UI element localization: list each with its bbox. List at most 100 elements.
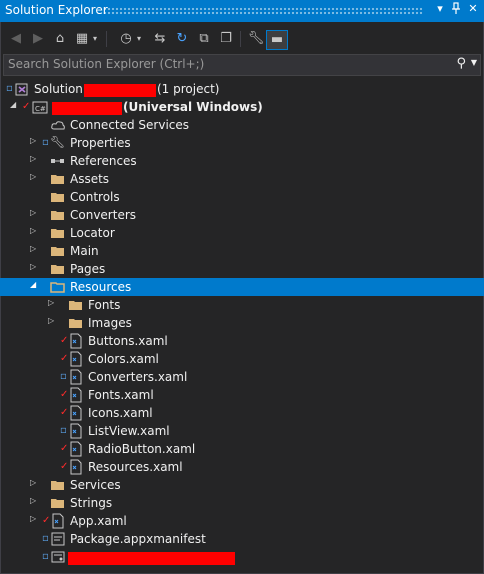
tree-row[interactable]: ▷ Locator bbox=[0, 224, 484, 242]
panel-title: Solution Explorer bbox=[5, 3, 108, 17]
tree-row[interactable]: ▫ bbox=[0, 548, 484, 566]
copy-icon[interactable]: ❐ bbox=[216, 30, 236, 48]
xaml-file-icon bbox=[68, 333, 84, 349]
tree-item-label: ListView.xaml bbox=[88, 424, 170, 438]
tree-row[interactable]: ▷ ✓ App.xaml bbox=[0, 512, 484, 530]
xaml-file-icon bbox=[50, 513, 66, 529]
separator bbox=[240, 31, 241, 47]
expanded-arrow-icon[interactable]: ◢ bbox=[10, 100, 20, 109]
csharp-project-icon: C# bbox=[32, 99, 48, 115]
tree-row[interactable]: ✓ Resources.xaml bbox=[0, 458, 484, 476]
forward-icon[interactable]: ▶ bbox=[28, 30, 48, 48]
chevron-down-icon[interactable]: ▾ bbox=[134, 30, 144, 48]
tree-item-label: Colors.xaml bbox=[88, 352, 159, 366]
collapsed-arrow-icon[interactable]: ▷ bbox=[48, 316, 58, 325]
lock-icon: ▫ bbox=[60, 425, 67, 436]
tree-row[interactable]: ✓ Colors.xaml bbox=[0, 350, 484, 368]
collapsed-arrow-icon[interactable]: ▷ bbox=[30, 136, 40, 145]
tree-row[interactable]: ▷ Pages bbox=[0, 260, 484, 278]
pin-icon[interactable] bbox=[448, 2, 464, 19]
collapsed-arrow-icon[interactable]: ▷ bbox=[30, 514, 40, 523]
lock-icon: ▫ bbox=[6, 83, 13, 94]
back-icon[interactable]: ◀ bbox=[6, 30, 26, 48]
collapsed-arrow-icon[interactable]: ▷ bbox=[30, 496, 40, 505]
lock-icon: ▫ bbox=[60, 371, 67, 382]
tree-row[interactable]: ▷ Converters bbox=[0, 206, 484, 224]
collapsed-arrow-icon[interactable]: ▷ bbox=[30, 244, 40, 253]
chevron-down-icon[interactable]: ▾ bbox=[432, 2, 448, 19]
tree-row[interactable]: ▫ Converters.xaml bbox=[0, 368, 484, 386]
certificate-file-icon bbox=[50, 549, 66, 565]
tree-row-project[interactable]: ◢ ✓ C# (Universal Windows) bbox=[0, 98, 484, 116]
redacted-project-name bbox=[52, 102, 122, 115]
tree-item-label: Properties bbox=[70, 136, 131, 150]
redacted-solution-name bbox=[84, 84, 156, 97]
chevron-down-icon[interactable]: ▼ bbox=[471, 58, 477, 67]
tree-item-label: Package.appxmanifest bbox=[70, 532, 206, 546]
title-bar: Solution Explorer ▾ ✕ bbox=[0, 0, 484, 22]
tree-row[interactable]: Connected Services bbox=[0, 116, 484, 134]
tree-row-solution[interactable]: ▫ Solution (1 project) bbox=[0, 80, 484, 98]
tree-row[interactable]: ✓ Fonts.xaml bbox=[0, 386, 484, 404]
history-icon[interactable]: ◷ bbox=[116, 30, 136, 48]
expanded-arrow-icon[interactable]: ◢ bbox=[30, 280, 40, 289]
collapsed-arrow-icon[interactable]: ▷ bbox=[30, 172, 40, 181]
tree-row[interactable]: ▷ References bbox=[0, 152, 484, 170]
collapsed-arrow-icon[interactable]: ▷ bbox=[30, 154, 40, 163]
wrench-icon[interactable]: 🔧︎ bbox=[246, 30, 266, 48]
collapsed-arrow-icon[interactable]: ▷ bbox=[48, 298, 58, 307]
solution-label: Solution bbox=[34, 82, 83, 96]
tree-row[interactable]: ▫ ListView.xaml bbox=[0, 422, 484, 440]
search-icon[interactable]: ⚲ bbox=[456, 56, 466, 71]
collapsed-arrow-icon[interactable]: ▷ bbox=[30, 226, 40, 235]
tree-row[interactable]: Controls bbox=[0, 188, 484, 206]
preview-icon[interactable]: ▬ bbox=[266, 30, 288, 50]
collapsed-arrow-icon[interactable]: ▷ bbox=[30, 478, 40, 487]
sync-icon[interactable]: ⇆ bbox=[150, 30, 170, 48]
tree-row[interactable]: ▷ Assets bbox=[0, 170, 484, 188]
solution-project-count: (1 project) bbox=[157, 82, 220, 96]
tree-row[interactable]: ▷ Fonts bbox=[0, 296, 484, 314]
tree-item-label: Assets bbox=[70, 172, 110, 186]
search-box[interactable]: Search Solution Explorer (Ctrl+;) ⚲ ▼ bbox=[3, 54, 481, 76]
tree-row[interactable]: ▷ ▫ 🔧︎ Properties bbox=[0, 134, 484, 152]
tree-row[interactable]: ▷ Main bbox=[0, 242, 484, 260]
tree-item-label: Buttons.xaml bbox=[88, 334, 168, 348]
tree-row[interactable]: ▷ Strings bbox=[0, 494, 484, 512]
tree-item-label: RadioButton.xaml bbox=[88, 442, 196, 456]
tree-item-label: Fonts.xaml bbox=[88, 388, 154, 402]
checkmark-icon: ✓ bbox=[22, 101, 31, 112]
folder-icon bbox=[50, 261, 66, 277]
collapsed-arrow-icon[interactable]: ▷ bbox=[30, 208, 40, 217]
collapsed-arrow-icon[interactable]: ▷ bbox=[30, 262, 40, 271]
tree-row[interactable]: ✓ Icons.xaml bbox=[0, 404, 484, 422]
tree-item-label: Resources.xaml bbox=[88, 460, 183, 474]
open-folder-icon bbox=[50, 279, 66, 295]
collapse-all-icon[interactable]: ⧉ bbox=[194, 30, 214, 48]
tree-row[interactable]: ✓ Buttons.xaml bbox=[0, 332, 484, 350]
tree-item-label: Converters.xaml bbox=[88, 370, 188, 384]
refresh-icon[interactable]: ↻ bbox=[172, 30, 192, 48]
tree-item-label: Main bbox=[70, 244, 99, 258]
switch-views-icon[interactable]: ▦ bbox=[72, 30, 92, 48]
cloud-icon bbox=[50, 117, 66, 133]
tree-item-label: Locator bbox=[70, 226, 115, 240]
tree-row[interactable]: ▷ Services bbox=[0, 476, 484, 494]
chevron-down-icon[interactable]: ▾ bbox=[90, 30, 100, 48]
project-type-label: (Universal Windows) bbox=[123, 100, 263, 114]
folder-icon bbox=[50, 207, 66, 223]
wrench-icon: 🔧︎ bbox=[50, 135, 66, 149]
tree-row[interactable]: ▫ Package.appxmanifest bbox=[0, 530, 484, 548]
lock-icon: ▫ bbox=[42, 533, 49, 544]
tree-item-label: Services bbox=[70, 478, 121, 492]
tree-item-label: References bbox=[70, 154, 137, 168]
tree-row-selected[interactable]: ◢ Resources bbox=[0, 278, 484, 296]
tree-row[interactable]: ▷ Images bbox=[0, 314, 484, 332]
tree-item-label: App.xaml bbox=[70, 514, 127, 528]
tree-item-label: Pages bbox=[70, 262, 106, 276]
tree-row[interactable]: ✓ RadioButton.xaml bbox=[0, 440, 484, 458]
tree-item-label: Strings bbox=[70, 496, 113, 510]
drag-grip[interactable] bbox=[103, 7, 423, 15]
home-icon[interactable]: ⌂ bbox=[50, 30, 70, 48]
close-icon[interactable]: ✕ bbox=[465, 2, 481, 19]
